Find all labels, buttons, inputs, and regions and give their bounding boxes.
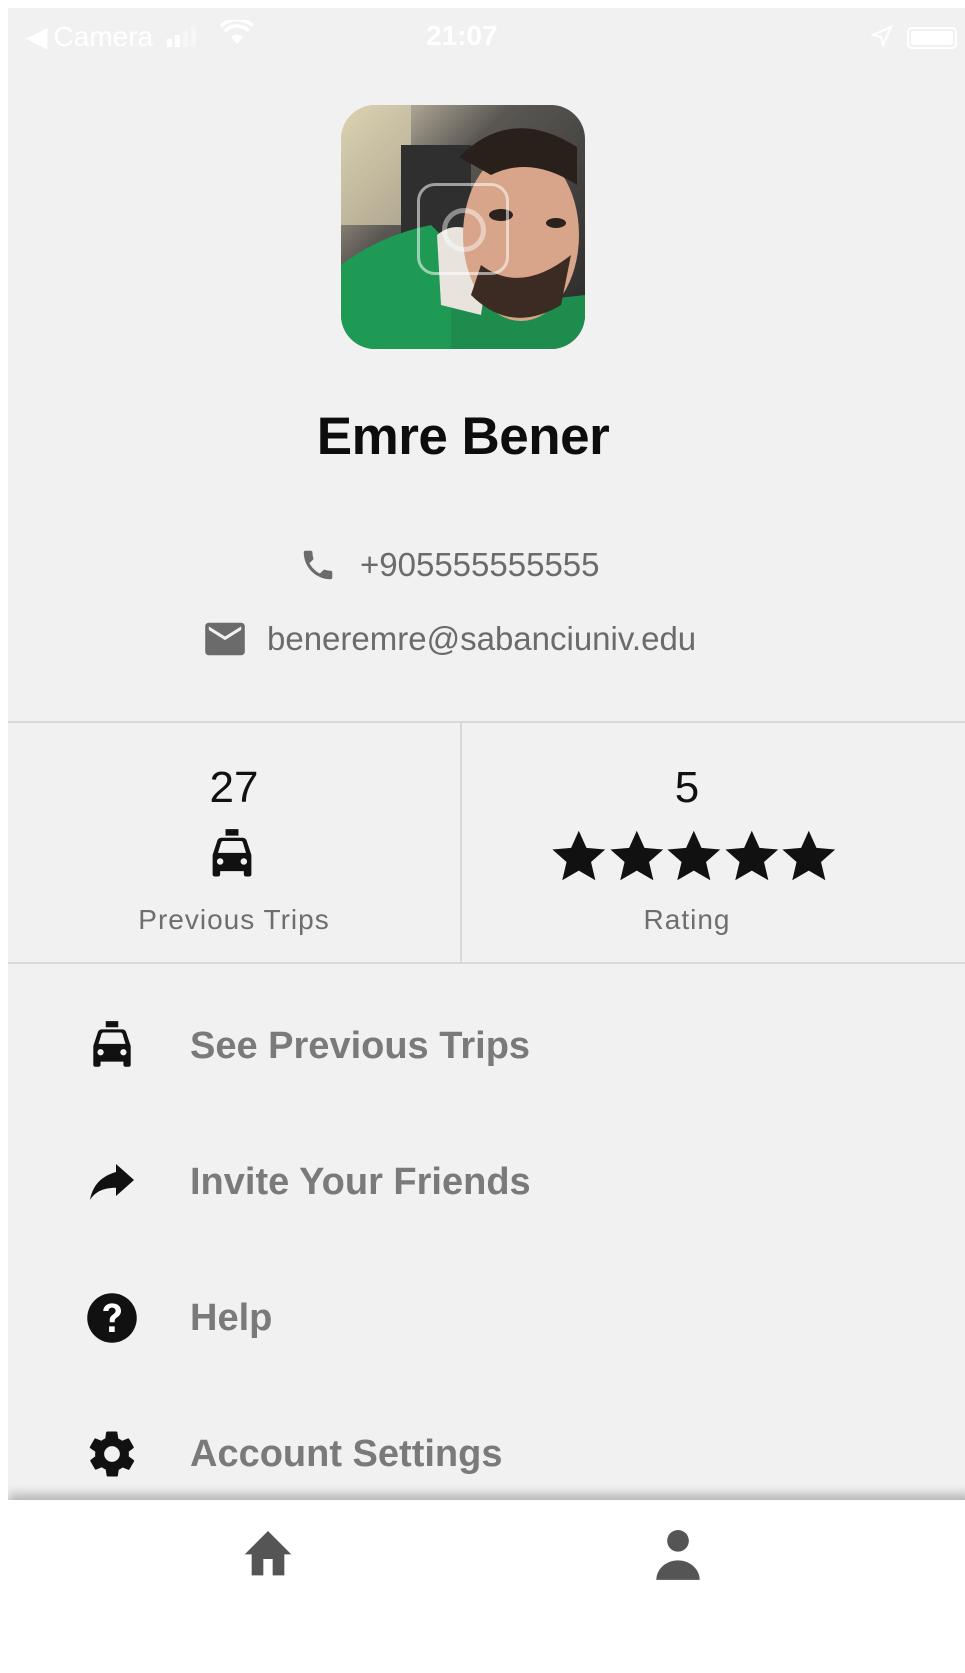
menu-item-account-settings[interactable]: Account Settings: [8, 1394, 965, 1514]
rating-label: Rating: [643, 904, 731, 935]
rating-stars: [550, 827, 838, 885]
star-icon: [667, 830, 721, 881]
signal-icon: [167, 26, 197, 47]
home-icon: [240, 1526, 296, 1583]
rating-value: 5: [674, 763, 700, 812]
menu-item-label: See Previous Trips: [190, 1024, 531, 1067]
phone-number[interactable]: +905555555555: [360, 546, 600, 584]
menu-item-label: Help: [190, 1296, 273, 1339]
trips-count: 27: [209, 763, 259, 812]
camera-icon: [417, 183, 509, 275]
share-icon: [84, 1154, 140, 1210]
mail-icon: [201, 615, 249, 663]
back-label: Camera: [53, 20, 154, 52]
star-icon: [609, 830, 663, 881]
taxi-icon: [206, 827, 258, 883]
menu-item-help[interactable]: Help: [8, 1258, 965, 1378]
phone-icon: [294, 541, 342, 589]
profile-photo[interactable]: [341, 105, 585, 349]
nav-profile-button[interactable]: [648, 1526, 708, 1586]
battery-icon: [907, 27, 957, 49]
status-bar: ◀ Camera 21:07: [8, 8, 965, 64]
gear-icon: [84, 1426, 140, 1482]
star-icon: [725, 830, 778, 881]
location-arrow-icon: [869, 22, 893, 54]
wifi-icon: [219, 17, 255, 53]
person-icon: [652, 1526, 704, 1591]
back-arrow-icon: ◀: [26, 21, 48, 52]
rating-stat: 5 Rating: [462, 723, 912, 962]
profile-screen: ◀ Camera 21:07 Emre Bener +905555555555 …: [8, 8, 965, 1673]
menu-item-label: Invite Your Friends: [190, 1160, 531, 1203]
stats-panel: 27 Previous Trips 5 Rating: [8, 721, 965, 964]
taxi-icon: [84, 1018, 140, 1074]
menu-item-invite-friends[interactable]: Invite Your Friends: [8, 1122, 965, 1242]
star-icon: [552, 830, 606, 881]
bottom-navigation-bar: [8, 1500, 965, 1673]
menu-item-previous-trips[interactable]: See Previous Trips: [8, 986, 965, 1106]
phone-row: +905555555555: [294, 541, 600, 589]
status-time: 21:07: [426, 20, 498, 51]
trips-label: Previous Trips: [138, 904, 330, 935]
menu-item-label: Account Settings: [190, 1432, 503, 1475]
star-icon: [782, 830, 836, 881]
help-icon: [84, 1290, 140, 1346]
trips-stat[interactable]: 27 Previous Trips: [8, 723, 460, 962]
user-name: Emre Bener: [316, 407, 610, 466]
back-to-camera[interactable]: ◀ Camera: [26, 17, 255, 53]
email-row: beneremre@sabanciuniv.edu: [201, 615, 696, 663]
nav-home-button[interactable]: [238, 1526, 298, 1586]
email-address[interactable]: beneremre@sabanciuniv.edu: [267, 620, 696, 658]
